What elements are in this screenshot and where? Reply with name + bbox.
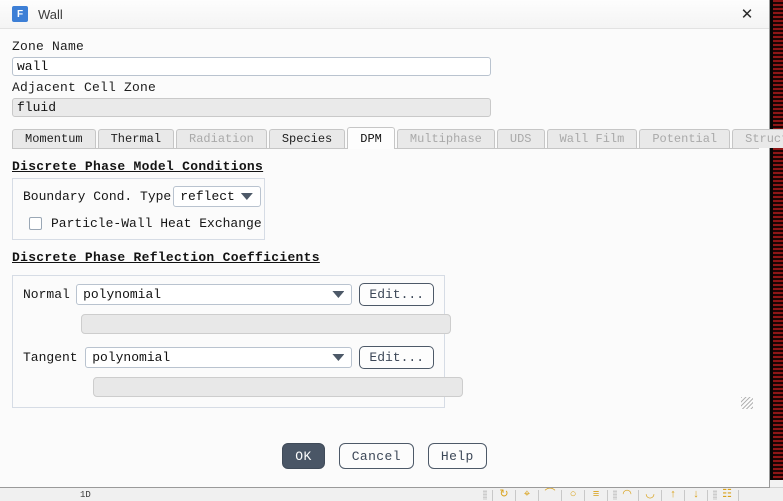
adjacent-cell-zone-input xyxy=(12,98,491,117)
tab-uds: UDS xyxy=(496,129,545,148)
mirror-left-icon[interactable]: ◠ xyxy=(620,489,634,501)
dpm-conditions-title: Discrete Phase Model Conditions xyxy=(12,159,264,174)
particle-wall-heat-exchange-row[interactable]: Particle-Wall Heat Exchange xyxy=(29,216,262,231)
dpm-reflection-group: Normal polynomial Edit... Tangent polyno… xyxy=(12,275,463,408)
close-icon[interactable]: ✕ xyxy=(725,0,769,29)
background-toolbar: 1D ↻ ⌖ ⌒ ○ ≡ ◠ ◡ ↑ ↓ ☷ xyxy=(0,487,783,501)
tangent-coefficient-field xyxy=(93,377,463,397)
tangent-label: Tangent xyxy=(23,350,78,365)
dpm-tab-panel: Discrete Phase Model Conditions Boundary… xyxy=(12,149,757,408)
toolbar-divider xyxy=(492,489,493,501)
chevron-down-icon xyxy=(332,291,345,298)
toolbar-divider xyxy=(538,489,539,501)
arc-plus-icon[interactable]: ⌒ xyxy=(543,489,557,501)
zone-name-input[interactable] xyxy=(12,57,491,76)
normal-method-value: polynomial xyxy=(83,287,162,302)
resize-grip[interactable] xyxy=(741,397,753,409)
circle-icon[interactable]: ○ xyxy=(566,489,580,501)
toolbar-grip-icon xyxy=(713,490,717,500)
dialog-title: Wall xyxy=(38,6,63,22)
normal-coefficient-field xyxy=(81,314,451,334)
toolbar-divider xyxy=(684,489,685,501)
tab-radiation: Radiation xyxy=(176,129,267,148)
list-icon[interactable]: ≡ xyxy=(589,489,603,501)
arrow-up-icon[interactable]: ↑ xyxy=(666,489,680,501)
tab-dpm[interactable]: DPM xyxy=(347,127,395,149)
camera-icon[interactable]: ☷ xyxy=(720,489,734,501)
adjacent-cell-zone-label: Adjacent Cell Zone xyxy=(12,80,157,95)
tab-multiphase: Multiphase xyxy=(396,129,495,148)
tab-thermal[interactable]: Thermal xyxy=(97,129,175,148)
toolbar-divider xyxy=(738,489,739,501)
particle-wall-heat-exchange-label: Particle-Wall Heat Exchange xyxy=(51,216,262,231)
tab-momentum[interactable]: Momentum xyxy=(12,129,96,148)
toolbar-divider xyxy=(515,489,516,501)
toolbar-divider xyxy=(707,489,708,501)
particle-wall-heat-exchange-checkbox[interactable] xyxy=(29,217,42,230)
wall-dialog: F Wall ✕ Zone Name Adjacent Cell Zone Mo… xyxy=(0,0,783,488)
tab-bar: Momentum Thermal Radiation Species DPM M… xyxy=(12,127,783,149)
bc-type-value: reflect xyxy=(180,189,235,204)
background-right-edge-strip xyxy=(769,0,783,480)
tangent-row: Tangent polynomial Edit... xyxy=(23,346,434,369)
toolbar-divider xyxy=(661,489,662,501)
arrow-down-icon[interactable]: ↓ xyxy=(689,489,703,501)
dpm-reflection-title: Discrete Phase Reflection Coefficients xyxy=(12,250,320,265)
toolbar-divider xyxy=(607,489,608,501)
background-toolbar-label: 1D xyxy=(80,490,91,500)
toolbar-grip-icon xyxy=(613,490,617,500)
bc-type-dropdown[interactable]: reflect xyxy=(173,186,261,207)
normal-row: Normal polynomial Edit... xyxy=(23,283,434,306)
cancel-button[interactable]: Cancel xyxy=(338,443,414,469)
rotate-icon[interactable]: ↻ xyxy=(497,489,511,501)
dpm-conditions-group: Boundary Cond. Type reflect Particle-Wal… xyxy=(12,178,265,240)
bc-type-row: Boundary Cond. Type reflect xyxy=(23,186,261,207)
tab-species[interactable]: Species xyxy=(268,129,346,148)
axes-icon[interactable]: ⌖ xyxy=(520,489,534,501)
bc-type-label: Boundary Cond. Type xyxy=(23,189,172,204)
chevron-down-icon xyxy=(332,354,345,361)
ok-button[interactable]: OK xyxy=(282,443,325,469)
tangent-method-dropdown[interactable]: polynomial xyxy=(85,347,353,368)
tab-structure: Structure xyxy=(732,129,783,148)
normal-edit-button[interactable]: Edit... xyxy=(359,283,434,306)
dialog-titlebar: F Wall ✕ xyxy=(0,0,769,29)
toolbar-grip-icon xyxy=(483,490,487,500)
dialog-footer: OK Cancel Help xyxy=(0,425,769,487)
toolbar-divider xyxy=(638,489,639,501)
normal-method-dropdown[interactable]: polynomial xyxy=(76,284,353,305)
zone-name-label: Zone Name xyxy=(12,39,85,54)
tangent-method-value: polynomial xyxy=(92,350,171,365)
dialog-body: Zone Name Adjacent Cell Zone Momentum Th… xyxy=(0,29,783,425)
tab-wall-film: Wall Film xyxy=(546,129,638,148)
tab-potential: Potential xyxy=(639,129,731,148)
chevron-down-icon xyxy=(240,193,253,200)
toolbar-divider xyxy=(584,489,585,501)
help-button[interactable]: Help xyxy=(427,443,487,469)
tangent-edit-button[interactable]: Edit... xyxy=(359,346,434,369)
normal-label: Normal xyxy=(23,287,70,302)
toolbar-divider xyxy=(561,489,562,501)
fluent-app-icon: F xyxy=(12,6,28,22)
mirror-right-icon[interactable]: ◡ xyxy=(643,489,657,501)
